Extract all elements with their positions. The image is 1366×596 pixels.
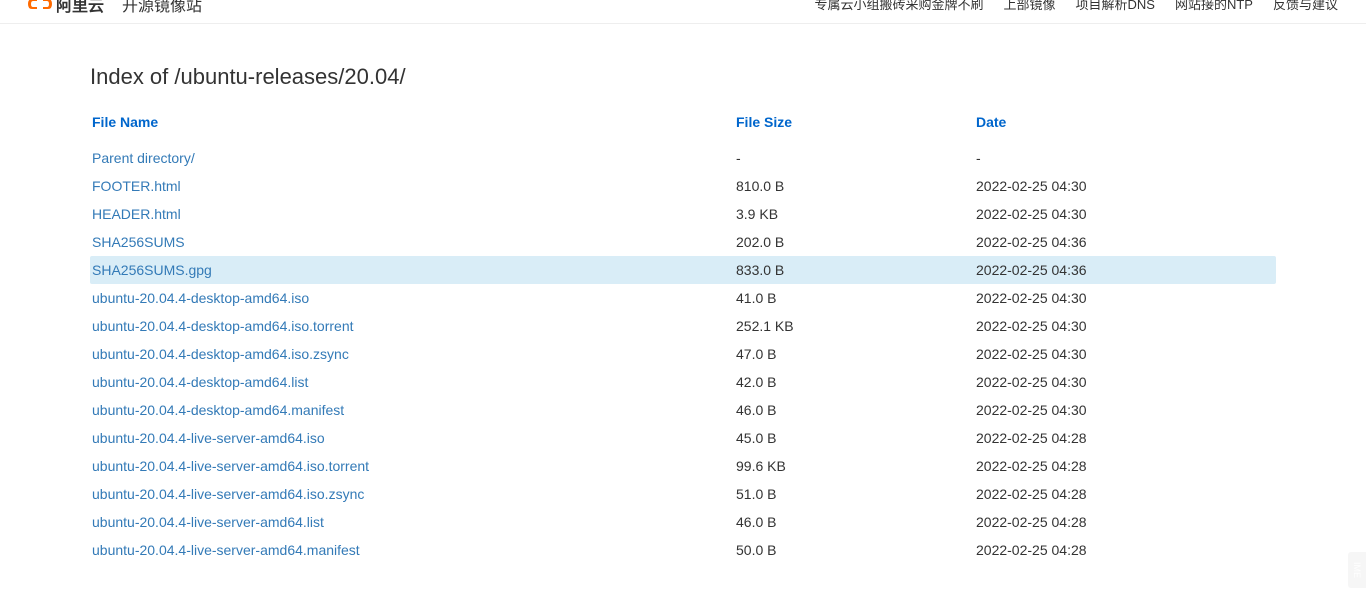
file-link[interactable]: SHA256SUMS [92,234,185,250]
file-size-cell: 3.9 KB [736,206,976,222]
file-size-cell: 46.0 B [736,402,976,418]
nav-item-2[interactable]: 项目解析DNS [1076,0,1155,13]
header-left: 阿里云 开源镜像站 [28,0,202,16]
file-date-cell: - [976,150,1276,166]
file-date-cell: 2022-02-25 04:28 [976,486,1276,502]
file-link[interactable]: Parent directory/ [92,150,195,166]
content-area: Index of /ubuntu-releases/20.04/ File Na… [0,24,1366,584]
table-row: ubuntu-20.04.4-live-server-amd64.iso.tor… [90,452,1276,480]
file-size-cell: 252.1 KB [736,318,976,334]
header-file-size[interactable]: File Size [736,114,792,130]
table-row: ubuntu-20.04.4-live-server-amd64.list 46.… [90,508,1276,536]
file-link[interactable]: ubuntu-20.04.4-desktop-amd64.iso.zsync [92,346,349,362]
table-row: HEADER.html 3.9 KB2022-02-25 04:30 [90,200,1276,228]
logo[interactable]: 阿里云 [28,0,104,16]
nav-item-1[interactable]: 上部镜像 [1004,0,1056,13]
file-link[interactable]: ubuntu-20.04.4-live-server-amd64.iso.tor… [92,458,369,474]
file-size-cell: 46.0 B [736,514,976,530]
aliyun-logo-icon [28,0,52,12]
file-size-cell: 99.6 KB [736,458,976,474]
file-date-cell: 2022-02-25 04:30 [976,206,1276,222]
table-row: SHA256SUMS.gpg 833.0 B2022-02-25 04:36 [90,256,1276,284]
file-date-cell: 2022-02-25 04:28 [976,458,1276,474]
table-header-row: File Name File Size Date [90,108,1276,144]
table-row: ubuntu-20.04.4-desktop-amd64.iso.zsync 47… [90,340,1276,368]
table-row: ubuntu-20.04.4-live-server-amd64.iso 45.0… [90,424,1276,452]
file-link[interactable]: ubuntu-20.04.4-desktop-amd64.list [92,374,308,390]
file-link[interactable]: ubuntu-20.04.4-live-server-amd64.list [92,514,324,530]
file-size-cell: 41.0 B [736,290,976,306]
table-row: ubuntu-20.04.4-desktop-amd64.iso 41.0 B20… [90,284,1276,312]
table-row: ubuntu-20.04.4-desktop-amd64.iso.torrent… [90,312,1276,340]
table-row: ubuntu-20.04.4-live-server-amd64.iso.zsy… [90,480,1276,508]
header-date[interactable]: Date [976,114,1006,130]
file-size-cell: 810.0 B [736,178,976,194]
table-row: SHA256SUMS 202.0 B2022-02-25 04:36 [90,228,1276,256]
file-date-cell: 2022-02-25 04:36 [976,262,1276,278]
nav-item-4[interactable]: 反馈与建议 [1273,0,1338,13]
file-date-cell: 2022-02-25 04:30 [976,346,1276,362]
file-link[interactable]: ubuntu-20.04.4-live-server-amd64.iso [92,430,325,446]
file-link[interactable]: FOOTER.html [92,178,181,194]
table-row: FOOTER.html 810.0 B2022-02-25 04:30 [90,172,1276,200]
file-size-cell: 833.0 B [736,262,976,278]
file-date-cell: 2022-02-25 04:30 [976,402,1276,418]
file-table: File Name File Size Date Parent director… [90,108,1276,564]
file-date-cell: 2022-02-25 04:30 [976,290,1276,306]
file-size-cell: - [736,150,976,166]
top-nav: 专属云小组搬砖采购金牌不刷 上部镜像 项目解析DNS 网站接的NTP 反馈与建议 [814,0,1338,13]
file-size-cell: 202.0 B [736,234,976,250]
file-link[interactable]: ubuntu-20.04.4-desktop-amd64.manifest [92,402,344,418]
table-body: Parent directory/--FOOTER.html810.0 B202… [90,144,1276,564]
file-date-cell: 2022-02-25 04:30 [976,178,1276,194]
file-link[interactable]: SHA256SUMS.gpg [92,262,212,278]
logo-text: 阿里云 [56,0,104,16]
header-file-name[interactable]: File Name [92,114,158,130]
file-size-cell: 42.0 B [736,374,976,390]
file-date-cell: 2022-02-25 04:28 [976,430,1276,446]
file-size-cell: 51.0 B [736,486,976,502]
file-size-cell: 50.0 B [736,542,976,558]
file-date-cell: 2022-02-25 04:36 [976,234,1276,250]
file-date-cell: 2022-02-25 04:30 [976,374,1276,390]
ime-side-tab[interactable]: IME [1348,552,1366,588]
table-row: ubuntu-20.04.4-desktop-amd64.list 42.0 B2… [90,368,1276,396]
table-row: Parent directory/ -- [90,144,1276,172]
file-link[interactable]: HEADER.html [92,206,181,222]
file-link[interactable]: ubuntu-20.04.4-live-server-amd64.manifes… [92,542,360,558]
nav-item-0[interactable]: 专属云小组搬砖采购金牌不刷 [814,0,983,13]
nav-item-3[interactable]: 网站接的NTP [1175,0,1253,13]
page-title: Index of /ubuntu-releases/20.04/ [90,64,1276,90]
file-link[interactable]: ubuntu-20.04.4-live-server-amd64.iso.zsy… [92,486,364,502]
table-row: ubuntu-20.04.4-desktop-amd64.manifest 46.… [90,396,1276,424]
file-date-cell: 2022-02-25 04:28 [976,514,1276,530]
site-title: 开源镜像站 [122,0,202,16]
file-size-cell: 45.0 B [736,430,976,446]
file-size-cell: 47.0 B [736,346,976,362]
table-row: ubuntu-20.04.4-live-server-amd64.manifes… [90,536,1276,564]
file-date-cell: 2022-02-25 04:28 [976,542,1276,558]
file-link[interactable]: ubuntu-20.04.4-desktop-amd64.iso.torrent [92,318,354,334]
page-header: 阿里云 开源镜像站 专属云小组搬砖采购金牌不刷 上部镜像 项目解析DNS 网站接的NT… [0,0,1366,24]
file-date-cell: 2022-02-25 04:30 [976,318,1276,334]
file-link[interactable]: ubuntu-20.04.4-desktop-amd64.iso [92,290,309,306]
